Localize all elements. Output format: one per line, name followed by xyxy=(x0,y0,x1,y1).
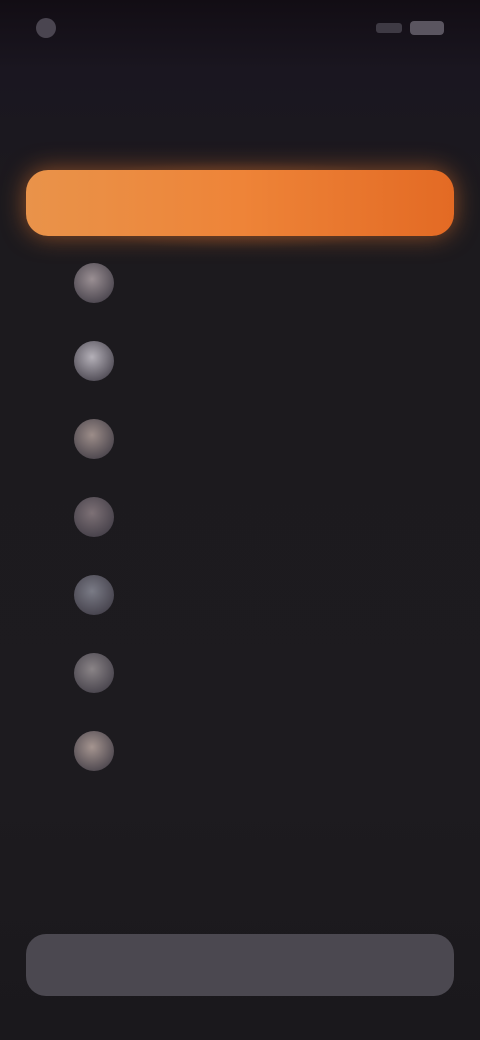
avatar xyxy=(74,497,114,537)
primary-action-button[interactable] xyxy=(26,170,454,236)
avatar xyxy=(74,263,114,303)
page-title xyxy=(62,78,422,116)
avatar xyxy=(74,419,114,459)
avatar xyxy=(74,341,114,381)
status-bar xyxy=(0,0,480,56)
ranking-list xyxy=(30,244,450,790)
status-left xyxy=(36,18,64,38)
list-item[interactable] xyxy=(30,322,450,400)
status-right xyxy=(368,21,444,35)
avatar xyxy=(74,731,114,771)
list-item[interactable] xyxy=(30,400,450,478)
avatar xyxy=(74,653,114,693)
bottom-action-button[interactable] xyxy=(26,934,454,996)
signal-icon xyxy=(376,23,402,33)
status-app-icon xyxy=(36,18,56,38)
page-subtitle xyxy=(62,120,412,140)
avatar xyxy=(74,575,114,615)
list-item[interactable] xyxy=(30,712,450,790)
app-screen xyxy=(0,0,480,1040)
list-item[interactable] xyxy=(30,478,450,556)
list-item[interactable] xyxy=(30,634,450,712)
list-item[interactable] xyxy=(30,244,450,322)
list-item[interactable] xyxy=(30,556,450,634)
battery-icon xyxy=(410,21,444,35)
